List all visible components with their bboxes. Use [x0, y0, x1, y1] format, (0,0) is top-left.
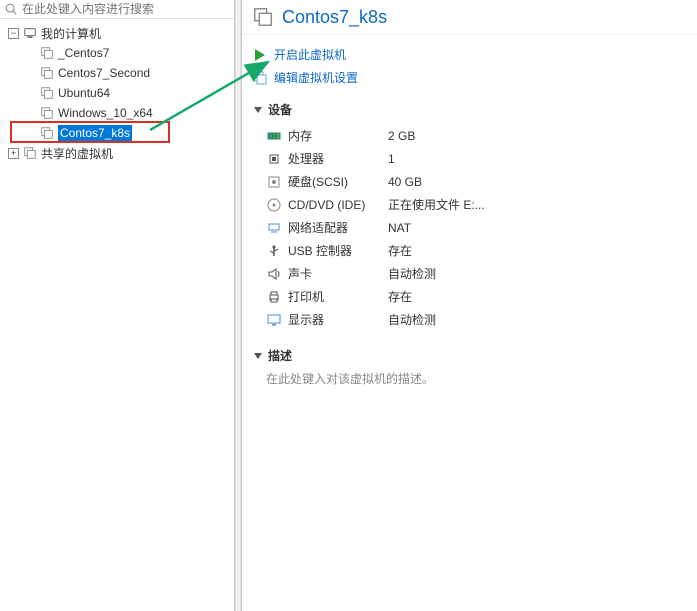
expand-icon[interactable]: +: [8, 148, 19, 159]
description-section: 描述 在此处键入对该虚拟机的描述。: [242, 339, 697, 395]
collapse-icon[interactable]: −: [8, 28, 19, 39]
action-label: 开启此虚拟机: [274, 46, 346, 63]
vm-actions: 开启此虚拟机 编辑虚拟机设置: [242, 35, 697, 93]
chevron-down-icon: [252, 104, 264, 116]
device-name: 网络适配器: [288, 219, 388, 236]
device-row[interactable]: CD/DVD (IDE)正在使用文件 E:...: [266, 193, 687, 216]
device-table: 内存2 GB处理器1硬盘(SCSI)40 GBCD/DVD (IDE)正在使用文…: [266, 124, 687, 331]
usb-icon: [266, 243, 282, 259]
device-value: 存在: [388, 242, 412, 259]
device-name: 硬盘(SCSI): [288, 173, 388, 190]
device-row[interactable]: USB 控制器存在: [266, 239, 687, 262]
device-row[interactable]: 处理器1: [266, 147, 687, 170]
vm-icon: [40, 46, 54, 60]
tree-item-windows10x64[interactable]: Windows_10_x64: [0, 103, 234, 123]
memory-icon: [266, 128, 282, 144]
tree-item-contos7-k8s[interactable]: Contos7_k8s: [0, 123, 234, 143]
description-placeholder[interactable]: 在此处键入对该虚拟机的描述。: [266, 370, 687, 387]
tab-header: Contos7_k8s: [242, 0, 697, 35]
vm-tree: − 我的计算机 _Centos7 Centos7_Second Ubuntu64…: [0, 19, 234, 167]
device-row[interactable]: 硬盘(SCSI)40 GB: [266, 170, 687, 193]
device-value: 正在使用文件 E:...: [388, 196, 485, 213]
device-name: USB 控制器: [288, 242, 388, 259]
edit-settings-button[interactable]: 编辑虚拟机设置: [252, 66, 687, 89]
cd-icon: [266, 197, 282, 213]
device-name: 显示器: [288, 311, 388, 328]
search-icon: [4, 2, 18, 16]
devices-section: 设备 内存2 GB处理器1硬盘(SCSI)40 GBCD/DVD (IDE)正在…: [242, 93, 697, 339]
section-title: 设备: [268, 101, 292, 118]
tree-item-ubuntu64[interactable]: Ubuntu64: [0, 83, 234, 103]
power-on-button[interactable]: 开启此虚拟机: [252, 43, 687, 66]
devices-header[interactable]: 设备: [252, 101, 687, 118]
vm-icon: [40, 86, 54, 100]
tree-label: Contos7_k8s: [58, 125, 132, 141]
device-row[interactable]: 打印机存在: [266, 285, 687, 308]
search-input[interactable]: [22, 2, 230, 16]
shared-icon: [23, 146, 37, 160]
device-value: 自动检测: [388, 265, 436, 282]
device-row[interactable]: 网络适配器NAT: [266, 216, 687, 239]
device-value: 40 GB: [388, 175, 422, 189]
device-value: 存在: [388, 288, 412, 305]
tree-item-centos7[interactable]: _Centos7: [0, 43, 234, 63]
tree-label: 共享的虚拟机: [41, 145, 113, 162]
sound-icon: [266, 266, 282, 282]
device-value: NAT: [388, 221, 411, 235]
description-header[interactable]: 描述: [252, 347, 687, 364]
display-icon: [266, 312, 282, 328]
tree-shared-vms[interactable]: + 共享的虚拟机: [0, 143, 234, 163]
sidebar: − 我的计算机 _Centos7 Centos7_Second Ubuntu64…: [0, 0, 235, 611]
vm-icon: [40, 66, 54, 80]
computer-icon: [23, 26, 37, 40]
tree-label: Centos7_Second: [58, 66, 150, 80]
tree-label: 我的计算机: [41, 25, 101, 42]
vm-icon: [40, 126, 54, 140]
network-icon: [266, 220, 282, 236]
device-name: 打印机: [288, 288, 388, 305]
device-row[interactable]: 内存2 GB: [266, 124, 687, 147]
device-value: 自动检测: [388, 311, 436, 328]
device-value: 2 GB: [388, 129, 415, 143]
chevron-down-icon: [252, 350, 264, 362]
device-value: 1: [388, 152, 395, 166]
tree-label: Windows_10_x64: [58, 106, 153, 120]
action-label: 编辑虚拟机设置: [274, 69, 358, 86]
tree-label: _Centos7: [58, 46, 109, 60]
section-title: 描述: [268, 347, 292, 364]
main-panel: Contos7_k8s 开启此虚拟机 编辑虚拟机设置 设备 内存2 GB处理器1…: [241, 0, 697, 611]
device-name: CD/DVD (IDE): [288, 198, 388, 212]
device-row[interactable]: 声卡自动检测: [266, 262, 687, 285]
page-title: Contos7_k8s: [282, 7, 387, 28]
vm-icon: [40, 106, 54, 120]
tree-item-centos7-second[interactable]: Centos7_Second: [0, 63, 234, 83]
tree-root-my-computer[interactable]: − 我的计算机: [0, 23, 234, 43]
search-bar: [0, 0, 234, 19]
device-name: 内存: [288, 127, 388, 144]
play-icon: [252, 47, 268, 63]
settings-icon: [252, 70, 268, 86]
vm-tab-icon: [252, 6, 274, 28]
device-name: 处理器: [288, 150, 388, 167]
device-name: 声卡: [288, 265, 388, 282]
tree-label: Ubuntu64: [58, 86, 110, 100]
cpu-icon: [266, 151, 282, 167]
device-row[interactable]: 显示器自动检测: [266, 308, 687, 331]
printer-icon: [266, 289, 282, 305]
disk-icon: [266, 174, 282, 190]
